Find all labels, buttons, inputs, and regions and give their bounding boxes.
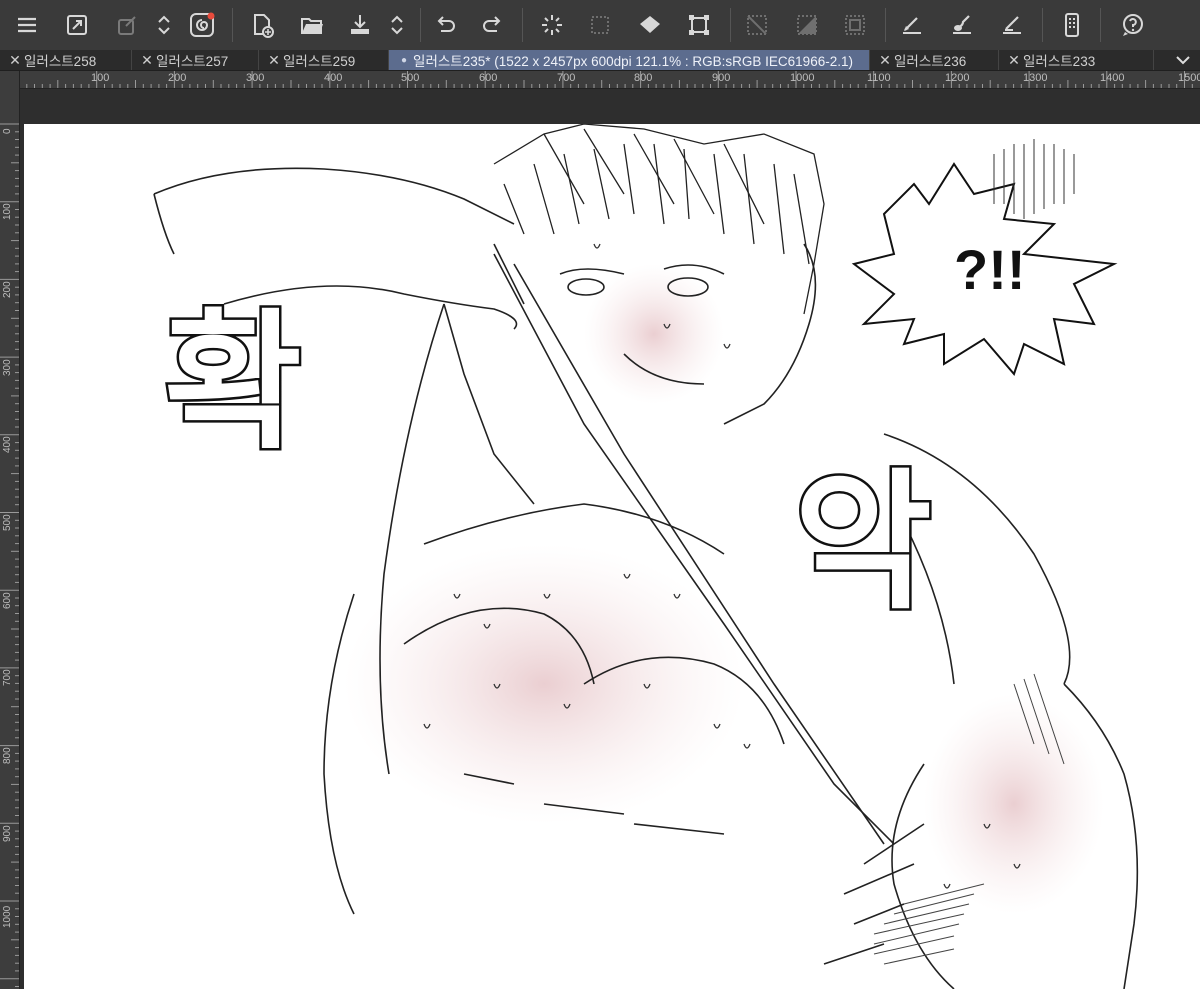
toolbar-separator xyxy=(420,8,421,42)
ruler-label: 1200 xyxy=(945,72,970,84)
ruler-label: 400 xyxy=(2,436,13,453)
sfx-left-text: 확 xyxy=(164,298,302,466)
ruler-label: 900 xyxy=(712,72,731,84)
new-file-icon[interactable] xyxy=(245,8,279,42)
ruler-label: 600 xyxy=(2,592,13,609)
vertical-ruler[interactable]: 0 100 200 300 400 500 600 700 800 900 10… xyxy=(0,71,20,989)
open-folder-icon[interactable] xyxy=(295,8,329,42)
ruler-label: 200 xyxy=(168,72,187,84)
pen-tool-icon[interactable] xyxy=(895,8,929,42)
ruler-label: 500 xyxy=(2,514,13,531)
ruler-label: 200 xyxy=(2,281,13,298)
fill-icon[interactable] xyxy=(633,8,667,42)
drawing-canvas[interactable]: ?!! 확 악 xyxy=(24,124,1200,989)
select-all-icon[interactable] xyxy=(838,8,872,42)
tab-label: 일러스트258 xyxy=(24,54,97,69)
tab-label: 일러스트235* (1522 x 2457px 600dpi 121.1% : … xyxy=(413,54,853,69)
ruler-label: 1100 xyxy=(867,72,891,84)
bubble-text: ?!! xyxy=(954,238,1026,301)
ruler-label: 500 xyxy=(401,72,420,84)
chevrons-icon[interactable] xyxy=(380,8,414,42)
chevrons-icon[interactable] xyxy=(147,8,181,42)
ruler-label: 900 xyxy=(2,825,13,842)
crop-icon[interactable] xyxy=(682,8,716,42)
tab-document[interactable]: ✕ 일러스트258 xyxy=(0,50,132,70)
spiral-icon[interactable] xyxy=(185,8,219,42)
eraser-tool-icon[interactable] xyxy=(995,8,1029,42)
chevron-down-icon[interactable] xyxy=(1172,50,1194,70)
ruler-label: 1500 xyxy=(1178,72,1200,84)
close-icon[interactable]: ✕ xyxy=(8,52,22,69)
tab-document[interactable]: ✕ 일러스트257 xyxy=(132,50,259,70)
ruler-label: 1300 xyxy=(1023,72,1048,84)
speech-bubble: ?!! xyxy=(851,139,1118,376)
selection-spinner-icon[interactable] xyxy=(535,8,569,42)
toolbar-separator xyxy=(522,8,523,42)
ruler-label: 1000 xyxy=(2,905,13,928)
invert-selection-icon[interactable] xyxy=(790,8,824,42)
undo-icon[interactable] xyxy=(428,8,462,42)
transform-icon[interactable] xyxy=(110,8,144,42)
ruler-label: 300 xyxy=(246,72,265,84)
ruler-label: 100 xyxy=(91,72,110,84)
device-icon[interactable] xyxy=(1055,8,1089,42)
chest-shading xyxy=(344,544,744,824)
tab-label: 일러스트233 xyxy=(1023,54,1096,69)
tab-label: 일러스트257 xyxy=(156,54,229,69)
close-icon[interactable]: ✕ xyxy=(878,52,892,69)
ruler-label: 600 xyxy=(479,72,498,84)
tab-document[interactable]: ✕ 일러스트236 xyxy=(870,50,999,70)
save-icon[interactable] xyxy=(343,8,377,42)
ruler-label: 800 xyxy=(634,72,653,84)
ruler-label: 1400 xyxy=(1100,72,1125,84)
ruler-label: 700 xyxy=(2,669,13,686)
horizontal-ruler[interactable]: 100 200 300 400 500 600 700 800 900 1000… xyxy=(19,71,1200,89)
toolbar-separator xyxy=(730,8,731,42)
ruler-label: 0 xyxy=(2,128,13,134)
ruler-label: 400 xyxy=(324,72,343,84)
arm-shading xyxy=(924,694,1104,914)
close-icon[interactable]: ✕ xyxy=(1007,52,1021,69)
toolbar-separator xyxy=(885,8,886,42)
ruler-label: 800 xyxy=(2,747,13,764)
close-icon[interactable]: ✕ xyxy=(267,52,281,69)
brush-tool-icon[interactable] xyxy=(945,8,979,42)
tab-document-active[interactable]: ● 일러스트235* (1522 x 2457px 600dpi 121.1% … xyxy=(389,50,870,70)
sfx-right-text: 악 xyxy=(794,458,932,626)
help-icon[interactable] xyxy=(1115,8,1149,42)
menu-icon[interactable] xyxy=(10,8,44,42)
tab-label: 일러스트236 xyxy=(894,54,967,69)
redo-icon[interactable] xyxy=(476,8,510,42)
resize-icon[interactable] xyxy=(60,8,94,42)
toolbar xyxy=(0,0,1200,51)
tab-label: 일러스트259 xyxy=(283,54,356,69)
artwork-sketch: ?!! 확 악 xyxy=(153,124,1139,989)
document-tabs: ✕ 일러스트258 ✕ 일러스트257 ✕ 일러스트259 ● 일러스트235*… xyxy=(0,50,1200,71)
ruler-label: 100 xyxy=(2,203,13,220)
ruler-label: 1000 xyxy=(790,72,815,84)
toolbar-separator xyxy=(1042,8,1043,42)
deselect-icon[interactable] xyxy=(740,8,774,42)
face-shading xyxy=(584,264,724,404)
toolbar-separator xyxy=(232,8,233,42)
toolbar-separator xyxy=(1100,8,1101,42)
tab-document[interactable]: ✕ 일러스트233 xyxy=(999,50,1154,70)
selection-dotted-icon[interactable] xyxy=(583,8,617,42)
close-icon[interactable]: ✕ xyxy=(140,52,154,69)
ruler-label: 700 xyxy=(557,72,576,84)
ruler-label: 300 xyxy=(2,359,13,376)
modified-dot-icon: ● xyxy=(401,54,408,66)
tab-document[interactable]: ✕ 일러스트259 xyxy=(259,50,389,70)
